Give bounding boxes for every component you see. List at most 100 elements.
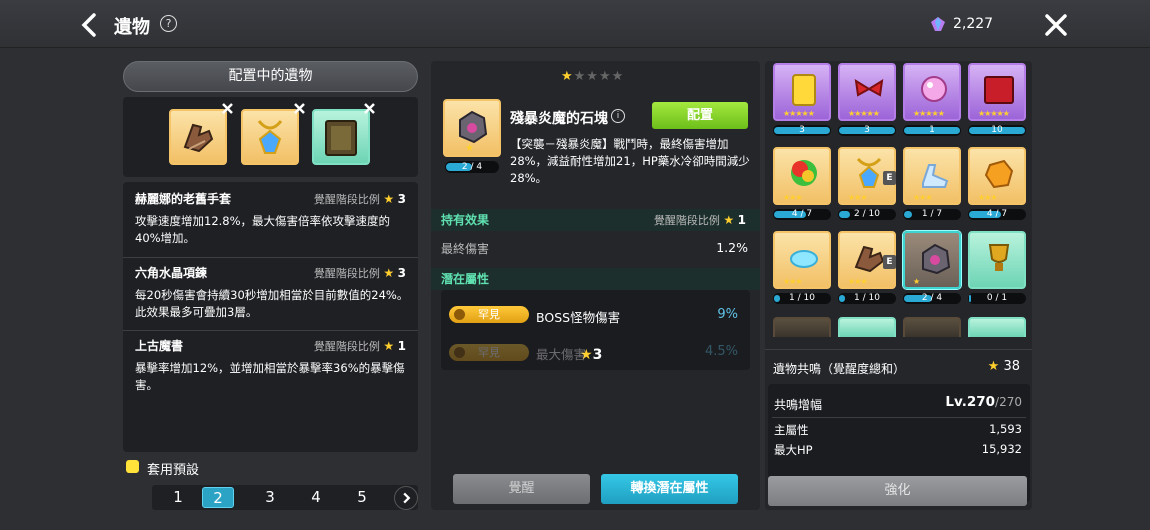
equipped-slot-book[interactable] <box>312 109 370 165</box>
next-page-icon[interactable] <box>394 486 418 510</box>
potential-stat: BOSS怪物傷害 <box>536 310 621 325</box>
trophy-icon <box>988 244 1010 271</box>
divider <box>772 417 1026 418</box>
ratio-label: 覺醒階段比例 <box>313 193 380 206</box>
lock-requirement: 3 <box>592 347 603 363</box>
cell-star-rating: ★★★ <box>913 193 932 202</box>
relic-cell[interactable]: ★★★ E <box>838 147 896 205</box>
star-icon: ★ <box>383 192 395 206</box>
amber-icon <box>984 159 1014 189</box>
progress-fill <box>904 211 912 218</box>
awaken-ratio: 覺醒階段比例 ★ 3 <box>314 191 406 207</box>
progress-text: 4 / 7 <box>791 209 813 219</box>
close-icon[interactable] <box>1044 13 1068 37</box>
awaken-button[interactable]: 覺醒 <box>453 474 590 504</box>
relic-cell-partial[interactable] <box>968 317 1026 337</box>
relic-cell-progress: 1 / 10 <box>838 293 896 304</box>
remove-slot-2-icon[interactable] <box>293 102 306 115</box>
relic-cell[interactable]: ★★★★★ <box>838 63 896 121</box>
relic-cell-progress: 4 / 7 <box>773 209 831 220</box>
star-empty-icon: ★★★★ <box>573 69 625 84</box>
relic-name: 赫麗娜的老舊手套 <box>135 192 232 206</box>
preset-label: 套用預設 <box>147 463 200 478</box>
relic-cell[interactable]: ★★★ <box>773 147 831 205</box>
relic-cell[interactable]: ★★★★★ <box>903 63 961 121</box>
page-button-4[interactable]: 4 <box>300 487 332 508</box>
progress-text: 1 / 10 <box>854 293 880 303</box>
progress-text: 4 / 7 <box>986 209 1008 219</box>
relic-cell-partial[interactable] <box>903 317 961 337</box>
equipped-slot-glove[interactable] <box>169 109 227 165</box>
relic-cell-progress: 4 / 7 <box>968 209 1026 220</box>
ratio-label: 覺醒階段比例 <box>313 267 380 280</box>
relic-cell-partial[interactable] <box>773 317 831 337</box>
relic-cell[interactable]: ★★★ <box>968 147 1026 205</box>
ratio-value: 3 <box>397 266 406 280</box>
star-icon: ★ <box>383 339 395 353</box>
equipped-slot-necklace[interactable] <box>241 109 299 165</box>
remove-slot-3-icon[interactable] <box>363 102 376 115</box>
equipped-badge: E <box>883 255 896 269</box>
star-icon: ★ <box>383 266 395 280</box>
stat-label: 最大HP <box>774 443 813 457</box>
relic-name: 上古魔書 <box>135 339 184 353</box>
remove-slot-1-icon[interactable] <box>221 102 234 115</box>
progress-text: 3 <box>799 125 805 135</box>
resonance-level: Lv.270/270 <box>945 394 1022 410</box>
ratio-value: 1 <box>737 213 746 227</box>
cell-star-rating: ★★★ <box>783 193 802 202</box>
page-button-1[interactable]: 1 <box>162 487 194 508</box>
relic-cell[interactable]: ★★★ E <box>838 231 896 289</box>
page-button-3[interactable]: 3 <box>254 487 286 508</box>
relic-collection-panel: ★★★★★ 3 ★★★★★ 3 ★★★★★ 1 ★★★★★ 10 ★★★ 4 / 7 ★★★ E 2 /… <box>765 61 1032 510</box>
relic-detail-panel: ★★★★★ ★ 2 / 4 殘暴炎魔的石塊 i 配置 【突襲－殘暴炎魔】戰鬥時，… <box>431 61 760 510</box>
stat-label: 主屬性 <box>774 423 809 437</box>
stat-value: 15,932 <box>981 442 1022 456</box>
resonance-level-label: 共鳴增幅 <box>774 398 823 412</box>
back-icon[interactable] <box>78 12 100 38</box>
potential-header: 潛在屬性 <box>431 268 760 290</box>
relic-cell-progress: 1 / 10 <box>773 293 831 304</box>
relic-desc: 攻擊速度增加12.8%，最大傷害倍率依攻擊速度的40%增加。 <box>135 214 391 245</box>
cell-star-rating: ★ <box>913 277 920 286</box>
progress-text: 2 / 4 <box>461 162 483 172</box>
resonance-total-value: 38 <box>1003 359 1020 374</box>
relic-cell[interactable]: ★★★ <box>773 231 831 289</box>
relic-cell[interactable]: ★★★ <box>903 147 961 205</box>
relic-desc: 每20秒傷害會持續30秒增加相當於目前數值的24%。此效果最多可疊加3層。 <box>135 288 409 319</box>
selected-relic-card: ★ <box>443 99 501 157</box>
progress-text: 0 / 1 <box>986 293 1008 303</box>
page-button-5[interactable]: 5 <box>346 487 378 508</box>
preset-pager: 1 2 3 4 5 <box>152 485 418 510</box>
relic-cell[interactable]: ★★★★★ <box>773 63 831 121</box>
relic-progress-bar: 2 / 4 <box>445 161 499 173</box>
owned-stat-label: 最終傷害 <box>441 242 490 256</box>
help-icon[interactable]: ? <box>160 15 177 32</box>
relic-cell-partial[interactable] <box>838 317 896 337</box>
star-icon: ★ <box>723 213 735 227</box>
progress-text: 2 / 4 <box>921 293 943 303</box>
star-filled-icon: ★ <box>561 69 574 84</box>
grade-dot-icon <box>454 347 465 358</box>
enhance-button[interactable]: 強化 <box>768 476 1027 506</box>
relic-cell[interactable] <box>968 231 1026 289</box>
top-bar: 遺物 ? 2,227 <box>0 0 1150 48</box>
relic-cell[interactable]: ★★★★★ <box>968 63 1026 121</box>
equipped-relics-heading: 配置中的遺物 <box>123 61 418 92</box>
progress-text: 3 <box>864 125 870 135</box>
bow-icon <box>854 79 884 97</box>
potential-list: 罕見 BOSS怪物傷害 9% 罕見 最大傷害★3 4.5% <box>441 290 750 370</box>
page-button-2[interactable]: 2 <box>202 487 234 508</box>
ratio-label: 覺醒階段比例 <box>653 214 720 227</box>
relic-cell[interactable]: ★ <box>903 231 961 289</box>
owned-effect-header: 持有效果 覺醒階段比例 ★ 1 <box>431 209 760 231</box>
potential-stat-locked: 最大傷害★3 <box>536 344 602 363</box>
progress-text: 2 / 10 <box>854 209 880 219</box>
change-potential-button[interactable]: 轉換潛在屬性 <box>601 474 738 504</box>
info-icon[interactable]: i <box>611 109 625 123</box>
preset-checkbox[interactable] <box>126 460 139 473</box>
grade-label: 罕見 <box>478 308 500 321</box>
book-icon <box>325 120 357 156</box>
cell-star-rating: ★★★★★ <box>848 109 880 118</box>
equip-button[interactable]: 配置 <box>652 102 748 129</box>
